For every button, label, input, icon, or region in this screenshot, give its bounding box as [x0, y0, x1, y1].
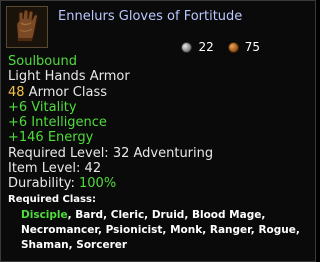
- durability-value: 100%: [79, 176, 117, 192]
- class-separator: ,: [103, 208, 111, 221]
- copper-coin-icon: [227, 41, 239, 53]
- binding-status: Soulbound: [8, 54, 77, 69]
- class-name: Psionicist: [105, 223, 163, 236]
- class-name: Necromancer: [21, 223, 99, 236]
- class-name: Disciple: [21, 208, 68, 221]
- leather-glove-icon: [6, 6, 48, 48]
- armor-class: 48 Armor Class: [8, 85, 308, 100]
- required-class-list: Disciple, Bard, Cleric, Druid, Blood Mag…: [21, 208, 307, 253]
- armor-type: Light Hands Armor: [8, 69, 130, 85]
- silver-amount: 22: [198, 40, 214, 54]
- silver-coin-icon: [181, 41, 193, 53]
- class-name: Sorcerer: [76, 238, 128, 251]
- class-separator: ,: [261, 208, 266, 221]
- armor-class-label: Armor Class: [24, 84, 107, 100]
- required-class-label: Required Class:: [8, 193, 96, 205]
- class-name: Cleric: [110, 208, 145, 221]
- bonus-stat-energy: +146 Energy: [8, 130, 94, 146]
- bonus-stat-vitality: +6 Vitality: [8, 99, 77, 115]
- class-separator: ,: [295, 223, 300, 236]
- class-separator: ,: [162, 223, 171, 236]
- class-separator: ,: [202, 223, 210, 236]
- class-separator: ,: [98, 223, 106, 236]
- class-name: Bard: [75, 208, 104, 221]
- class-name: Rogue: [258, 223, 296, 236]
- durability: Durability: 100%: [8, 176, 308, 191]
- armor-class-value: 48: [8, 84, 25, 100]
- class-name: Druid: [151, 208, 185, 221]
- class-name: Ranger: [209, 223, 251, 236]
- bonus-stat-intelligence: +6 Intelligence: [8, 115, 107, 131]
- class-name: Monk: [170, 223, 203, 236]
- item-stats: Soulbound Light Hands Armor 48 Armor Cla…: [8, 54, 308, 253]
- class-separator: ,: [184, 208, 192, 221]
- class-name: Shaman: [21, 238, 69, 251]
- class-separator: ,: [144, 208, 152, 221]
- item-tooltip: Ennelurs Gloves of Fortitude 22 75 Soulb…: [0, 0, 316, 262]
- item-level: Item Level: 42: [8, 161, 102, 177]
- item-price: 22 75: [181, 40, 260, 54]
- required-level: Required Level: 32 Adventuring: [8, 145, 214, 161]
- class-name: Blood Mage: [191, 208, 262, 221]
- copper-amount: 75: [244, 40, 260, 54]
- item-name: Ennelurs Gloves of Fortitude: [58, 9, 243, 24]
- durability-label: Durability:: [8, 176, 80, 192]
